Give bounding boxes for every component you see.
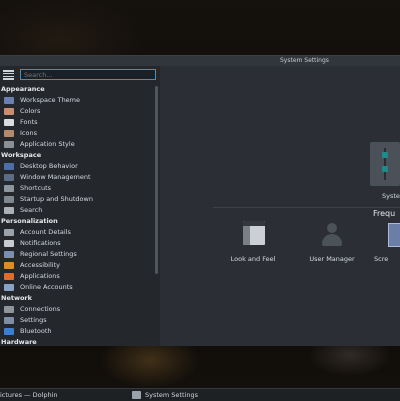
hero-label: Syste <box>382 192 400 200</box>
shortcuts-icon <box>4 185 14 192</box>
sidebar-item-shortcuts[interactable]: Shortcuts <box>0 183 154 194</box>
sidebar-item-label: Startup and Shutdown <box>20 195 93 203</box>
account-details-icon <box>4 229 14 236</box>
sidebar-item-regional-settings[interactable]: Regional Settings <box>0 249 154 260</box>
accessibility-icon <box>4 262 14 269</box>
sidebar-item-settings[interactable]: Settings <box>0 315 154 326</box>
sidebar-item-workspace-theme[interactable]: Workspace Theme <box>0 95 154 106</box>
sidebar: Appearance Workspace Theme Colors Fonts Icon… <box>0 66 160 346</box>
window-title: System Settings <box>280 57 329 64</box>
sidebar-item-label: Application Style <box>20 140 75 148</box>
sidebar-item-account-details[interactable]: Account Details <box>0 227 154 238</box>
tile-label: User Manager <box>309 255 355 263</box>
divider <box>213 207 400 208</box>
look-and-feel-icon <box>243 221 265 245</box>
user-manager-icon <box>319 223 345 247</box>
sidebar-item-connections[interactable]: Connections <box>0 304 154 315</box>
regional-settings-icon <box>4 251 14 258</box>
sidebar-item-fonts[interactable]: Fonts <box>0 117 154 128</box>
main-content: Syste Frequ Look and Feel User Manager S… <box>160 66 400 346</box>
icons-icon <box>4 130 14 137</box>
search-input[interactable] <box>20 69 156 80</box>
sidebar-item-label: Online Accounts <box>20 283 73 291</box>
applications-icon <box>4 273 14 280</box>
tile-label: Look and Feel <box>230 255 276 263</box>
sidebar-item-label: Search <box>20 206 43 214</box>
sidebar-item-bluetooth[interactable]: Bluetooth <box>0 326 154 337</box>
taskbar: ictures — Dolphin System Settings <box>0 388 400 401</box>
system-settings-taskbar-icon <box>132 391 141 399</box>
sidebar-item-desktop-behavior[interactable]: Desktop Behavior <box>0 161 154 172</box>
sidebar-section-heading: Network <box>1 294 32 302</box>
sidebar-item-accessibility[interactable]: Accessibility <box>0 260 154 271</box>
sidebar-item-label: Account Details <box>20 228 71 236</box>
taskbar-item-system-settings[interactable]: System Settings <box>130 389 198 401</box>
sidebar-item-icons[interactable]: Icons <box>0 128 154 139</box>
sidebar-toolbar <box>0 66 160 84</box>
sidebar-item-label: Regional Settings <box>20 250 77 258</box>
sidebar-section-heading: Personalization <box>1 217 58 225</box>
sidebar-item-label: Shortcuts <box>20 184 52 192</box>
startup-shutdown-icon <box>4 196 14 203</box>
tile-screen[interactable]: Scre <box>370 221 400 271</box>
sidebar-item-label: Window Management <box>20 173 91 181</box>
sidebar-item-notifications[interactable]: Notifications <box>0 238 154 249</box>
online-accounts-icon <box>4 284 14 291</box>
sidebar-section-heading: Appearance <box>1 85 45 93</box>
tile-user-manager[interactable]: User Manager <box>292 221 372 271</box>
sidebar-scrollbar[interactable] <box>155 86 158 274</box>
sidebar-item-label: Desktop Behavior <box>20 162 78 170</box>
sidebar-item-label: Icons <box>20 129 37 137</box>
sidebar-item-label: Notifications <box>20 239 61 247</box>
window-management-icon <box>4 174 14 181</box>
sidebar-item-search[interactable]: Search <box>0 205 154 216</box>
sidebar-item-colors[interactable]: Colors <box>0 106 154 117</box>
desktop-behavior-icon <box>4 163 14 170</box>
colors-icon <box>4 108 14 115</box>
sidebar-item-label: Applications <box>20 272 60 280</box>
sidebar-item-online-accounts[interactable]: Online Accounts <box>0 282 154 293</box>
sidebar-item-label: Colors <box>20 107 41 115</box>
sidebar-item-label: Workspace Theme <box>20 96 81 104</box>
sidebar-section-heading: Hardware <box>1 338 37 346</box>
workspace-theme-icon <box>4 97 14 104</box>
settings-icon <box>4 317 14 324</box>
bluetooth-icon <box>4 328 14 335</box>
tile-look-and-feel[interactable]: Look and Feel <box>213 221 293 271</box>
frequently-used-heading: Frequ <box>373 209 396 218</box>
fonts-icon <box>4 119 14 126</box>
sidebar-item-label: Settings <box>20 316 47 324</box>
hamburger-menu-icon[interactable] <box>3 70 14 80</box>
sidebar-item-startup-and-shutdown[interactable]: Startup and Shutdown <box>0 194 154 205</box>
search-icon <box>4 207 14 214</box>
tile-label: Scre <box>374 255 389 263</box>
system-settings-window: System Settings Appearance Workspace Them… <box>0 55 400 346</box>
sidebar-item-label: Bluetooth <box>20 327 52 335</box>
window-titlebar[interactable]: System Settings <box>0 56 400 66</box>
sidebar-list: Appearance Workspace Theme Colors Fonts Icon… <box>0 84 154 346</box>
sidebar-section-heading: Workspace <box>1 151 42 159</box>
sidebar-item-label: Accessibility <box>20 261 60 269</box>
sidebar-item-label: Connections <box>20 305 61 313</box>
application-style-icon <box>4 141 14 148</box>
connections-icon <box>4 306 14 313</box>
sidebar-item-application-style[interactable]: Application Style <box>0 139 154 150</box>
taskbar-item-label: System Settings <box>145 391 198 399</box>
sidebar-item-label: Fonts <box>20 118 38 126</box>
sidebar-item-applications[interactable]: Applications <box>0 271 154 282</box>
system-settings-icon <box>370 142 400 186</box>
sidebar-item-window-management[interactable]: Window Management <box>0 172 154 183</box>
screen-icon <box>388 223 400 247</box>
notifications-icon <box>4 240 14 247</box>
taskbar-item-dolphin[interactable]: ictures — Dolphin <box>0 389 58 401</box>
